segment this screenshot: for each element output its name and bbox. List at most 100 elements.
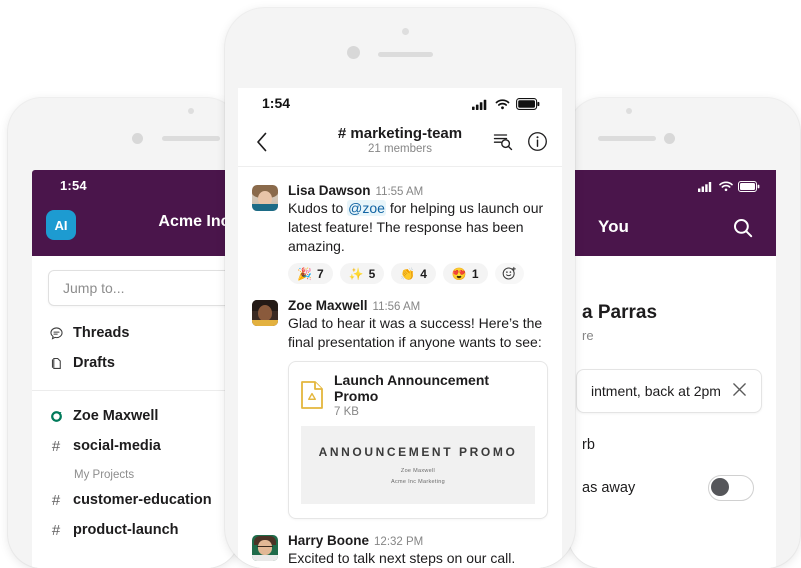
- away-toggle-row[interactable]: as away: [568, 475, 776, 501]
- center-status-time: 1:54: [262, 95, 291, 111]
- camera-icon: [664, 133, 675, 144]
- sidebar-item-social-media[interactable]: # social-media: [32, 431, 240, 461]
- file-preview[interactable]: ANNOUNCEMENT PROMO Zoe Maxwell Acme Inc …: [301, 426, 535, 504]
- reaction-pill[interactable]: ✨ 5: [339, 263, 385, 284]
- reaction-emoji: 🎉: [297, 266, 312, 281]
- threads-icon: [48, 325, 64, 341]
- wifi-icon: [495, 97, 510, 115]
- away-toggle-label: as away: [582, 480, 636, 496]
- hash-icon: #: [51, 491, 61, 509]
- avatar[interactable]: [252, 185, 278, 211]
- left-phone-screen: 1:54 AI Acme Inc. Jump to... Threads Dra…: [32, 170, 240, 568]
- right-phone-screen: You a Parras re intment, back at 2pm rb …: [568, 170, 776, 568]
- away-toggle[interactable]: [708, 475, 754, 501]
- battery-icon: [738, 179, 760, 197]
- sidebar-item-drafts-label: Drafts: [73, 355, 115, 371]
- signal-icon: [472, 97, 489, 115]
- workspace-name: Acme Inc.: [158, 213, 234, 230]
- file-attachment-card[interactable]: Launch Announcement Promo 7 KB ANNOUNCEM…: [288, 361, 548, 519]
- add-reaction-icon[interactable]: [494, 263, 524, 284]
- jump-to-search-input[interactable]: Jump to...: [48, 270, 236, 306]
- left-phone-device: 1:54 AI Acme Inc. Jump to... Threads Dra…: [8, 98, 240, 568]
- message-timestamp: 11:55 AM: [375, 186, 424, 198]
- sidebar-item-customer-education[interactable]: # customer-education: [32, 485, 240, 515]
- google-drive-file-icon: [301, 381, 323, 409]
- sidebar-item-threads-label: Threads: [73, 325, 130, 341]
- center-phone-screen: 1:54 # marketing-team 21 members Lisa Da…: [238, 88, 562, 568]
- right-profile-body: a Parras re intment, back at 2pm rb as a…: [568, 256, 776, 568]
- center-status-icons: [472, 97, 540, 115]
- speaker-grill: [598, 136, 656, 141]
- preview-author: Zoe Maxwell: [400, 468, 436, 474]
- profile-name: a Parras: [582, 302, 658, 323]
- message-text: Kudos to @zoe for helping us launch our …: [288, 199, 548, 256]
- sensor-icon: [626, 108, 632, 114]
- sidebar-item-drafts[interactable]: Drafts: [32, 348, 240, 378]
- workspace-avatar[interactable]: AI: [46, 210, 76, 240]
- reaction-count: 7: [316, 266, 324, 281]
- search-in-channel-icon[interactable]: [493, 132, 513, 156]
- message-text-before: Kudos to: [288, 200, 348, 216]
- file-size: 7 KB: [334, 406, 359, 418]
- reaction-count: 5: [368, 266, 376, 281]
- right-status-icons: [698, 179, 760, 197]
- hash-icon: #: [51, 521, 61, 539]
- message-timestamp: 11:56 AM: [372, 301, 421, 313]
- user-mention[interactable]: @zoe: [347, 200, 386, 216]
- jump-to-placeholder: Jump to...: [63, 280, 125, 296]
- file-attachment-header: Launch Announcement Promo 7 KB: [289, 362, 547, 426]
- search-icon[interactable]: [732, 217, 754, 244]
- file-name: Launch Announcement Promo: [334, 372, 490, 404]
- left-status-time: 1:54: [60, 178, 87, 193]
- reaction-emoji: 😍: [451, 266, 467, 281]
- preview-org: Acme Inc Marketing: [390, 479, 445, 485]
- message-row: Zoe Maxwell 11:56 AM Glad to hear it was …: [238, 286, 562, 521]
- toggle-knob: [711, 478, 729, 496]
- message-header: Zoe Maxwell 11:56 AM: [288, 298, 548, 313]
- sidebar-item-zoe-maxwell[interactable]: z Zoe Maxwell: [32, 401, 240, 431]
- right-phone-device: You a Parras re intment, back at 2pm rb …: [568, 98, 800, 568]
- sidebar-item-customer-education-label: customer-education: [73, 492, 212, 508]
- close-icon[interactable]: [732, 382, 747, 400]
- sidebar-section-title: My Projects: [74, 469, 135, 481]
- svg-text:z: z: [59, 410, 62, 415]
- battery-icon: [516, 97, 540, 115]
- message-header: Harry Boone 12:32 PM: [288, 533, 548, 548]
- channel-header-actions: [493, 131, 548, 157]
- message-header: Lisa Dawson 11:55 AM: [288, 183, 548, 198]
- preview-title: ANNOUNCEMENT PROMO: [318, 445, 518, 459]
- status-box[interactable]: intment, back at 2pm: [576, 369, 762, 413]
- sidebar-item-threads[interactable]: Threads: [32, 318, 240, 348]
- message-row: Harry Boone 12:32 PM Excited to talk next…: [238, 521, 562, 568]
- avatar-harry-boone: [252, 535, 278, 561]
- message-text: Excited to talk next steps on our call.: [288, 550, 516, 566]
- info-circle-icon[interactable]: [527, 131, 548, 157]
- profile-option-row[interactable]: rb: [568, 437, 776, 453]
- sensor-icon: [188, 108, 194, 114]
- camera-icon: [132, 133, 143, 144]
- message-text: Glad to hear it was a success! Here’s th…: [288, 315, 543, 350]
- profile-subtitle: re: [582, 328, 594, 343]
- speaker-grill: [378, 52, 433, 57]
- sidebar-item-social-media-label: social-media: [73, 438, 161, 454]
- drafts-icon: [48, 355, 64, 371]
- reaction-pill[interactable]: 😍 1: [442, 263, 488, 284]
- right-header: You: [568, 204, 776, 256]
- screenshot-stage: 1:54 AI Acme Inc. Jump to... Threads Dra…: [0, 0, 801, 568]
- reaction-pill[interactable]: 👏 4: [391, 263, 436, 284]
- message-row: Lisa Dawson 11:55 AM Kudos to @zoe for he…: [238, 177, 562, 286]
- sidebar-item-product-launch-label: product-launch: [73, 522, 179, 538]
- signal-icon: [698, 179, 714, 197]
- avatar-zoe-maxwell: [252, 300, 278, 326]
- reaction-list: 🎉 7 ✨ 5 👏 4 😍 1: [288, 263, 548, 284]
- status-text: intment, back at 2pm: [591, 383, 721, 399]
- avatar[interactable]: [252, 300, 278, 326]
- sidebar-item-product-launch[interactable]: # product-launch: [32, 515, 240, 545]
- message-list: Lisa Dawson 11:55 AM Kudos to @zoe for he…: [238, 167, 562, 568]
- sensor-icon: [402, 28, 409, 35]
- reaction-pill[interactable]: 🎉 7: [288, 263, 333, 284]
- center-phone-device: 1:54 # marketing-team 21 members Lisa Da…: [225, 8, 575, 568]
- reaction-count: 4: [420, 266, 427, 281]
- left-workspace-header: AI Acme Inc.: [32, 204, 240, 256]
- avatar[interactable]: [252, 535, 278, 561]
